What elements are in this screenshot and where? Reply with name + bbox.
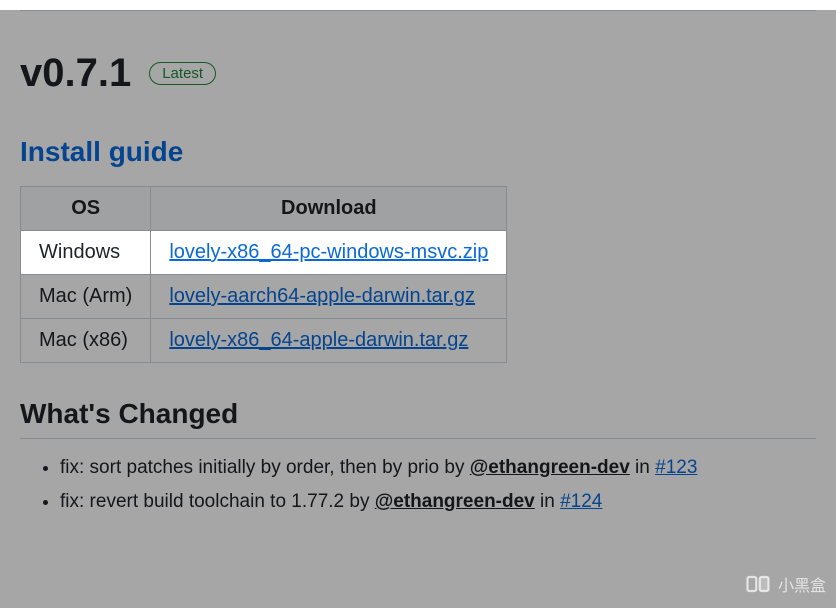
install-guide-link[interactable]: Install guide xyxy=(20,136,183,168)
table-header-download: Download xyxy=(151,187,507,231)
download-link[interactable]: lovely-x86_64-apple-darwin.tar.gz xyxy=(169,329,468,351)
change-text: fix: revert build toolchain to 1.77.2 by xyxy=(60,491,375,512)
author-link[interactable]: @ethangreen-dev xyxy=(375,491,535,512)
watermark: 小黑盒 xyxy=(744,570,826,598)
version-row: v0.7.1 Latest xyxy=(20,51,816,96)
table-header-os: OS xyxy=(21,187,151,231)
download-link[interactable]: lovely-aarch64-apple-darwin.tar.gz xyxy=(169,285,475,307)
watermark-text: 小黑盒 xyxy=(778,572,826,596)
list-item: fix: revert build toolchain to 1.77.2 by… xyxy=(60,485,816,519)
download-table: OS Download Windows lovely-x86_64-pc-win… xyxy=(20,186,507,363)
pr-link[interactable]: #124 xyxy=(560,491,602,512)
latest-badge: Latest xyxy=(149,62,216,85)
os-cell: Mac (Arm) xyxy=(21,275,151,319)
watermark-icon xyxy=(744,570,772,598)
changes-list: fix: sort patches initially by order, th… xyxy=(20,451,816,519)
release-content: v0.7.1 Latest Install guide OS Download … xyxy=(0,10,836,539)
author-link[interactable]: @ethangreen-dev xyxy=(470,457,630,478)
table-row: Windows lovely-x86_64-pc-windows-msvc.zi… xyxy=(21,231,507,275)
table-row: Mac (Arm) lovely-aarch64-apple-darwin.ta… xyxy=(21,275,507,319)
change-mid: in xyxy=(630,457,655,478)
table-row: Mac (x86) lovely-x86_64-apple-darwin.tar… xyxy=(21,319,507,363)
change-text: fix: sort patches initially by order, th… xyxy=(60,457,470,478)
version-title: v0.7.1 xyxy=(20,51,131,96)
pr-link[interactable]: #123 xyxy=(655,457,697,478)
change-mid: in xyxy=(535,491,560,512)
download-link[interactable]: lovely-x86_64-pc-windows-msvc.zip xyxy=(169,241,488,263)
os-cell: Mac (x86) xyxy=(21,319,151,363)
release-header: v0.7.1 Latest Install guide OS Download … xyxy=(20,10,816,519)
whats-changed-heading: What's Changed xyxy=(20,398,816,439)
list-item: fix: sort patches initially by order, th… xyxy=(60,451,816,485)
os-cell: Windows xyxy=(21,231,151,275)
